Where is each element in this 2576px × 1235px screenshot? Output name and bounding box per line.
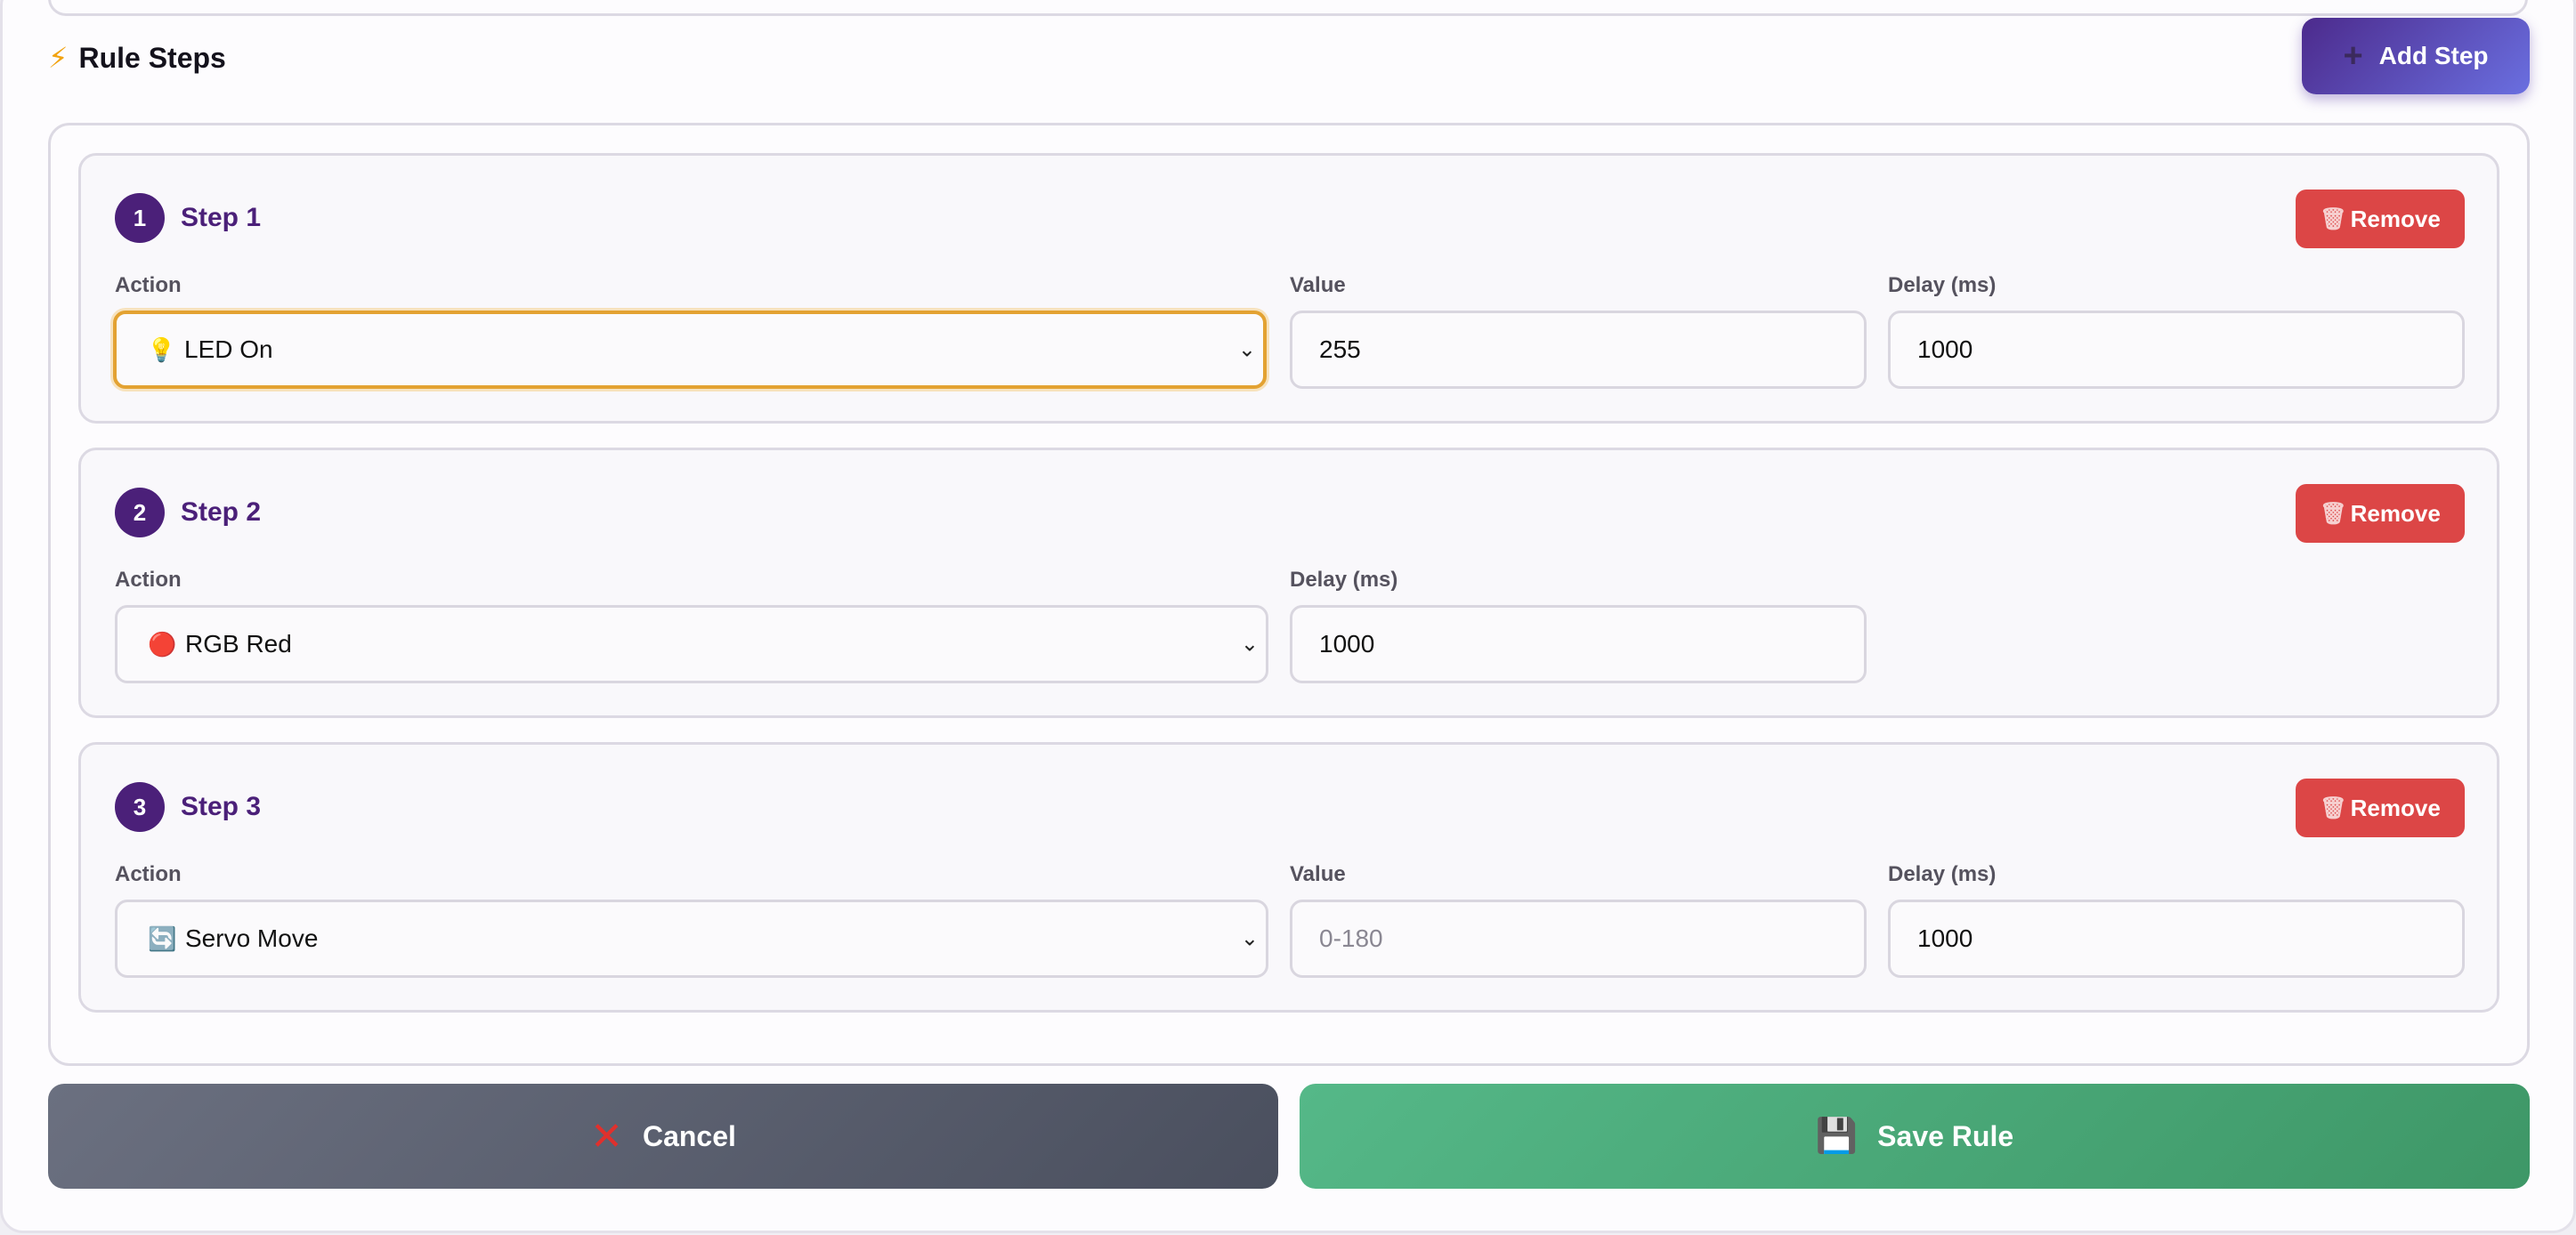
action-label: Action (115, 273, 182, 297)
value-label: Value (1290, 862, 1346, 886)
step-number-badge: 2 (115, 488, 165, 537)
value-input[interactable]: 255 (1290, 311, 1867, 389)
delay-input[interactable]: 1000 (1888, 900, 2465, 978)
step-title: Step 3 (181, 792, 262, 821)
action-selected-value: Servo Move (185, 924, 319, 952)
close-icon: ✕ (590, 1114, 623, 1158)
delay-label: Delay (ms) (1290, 568, 1398, 592)
remove-step-button[interactable]: 🗑 Remove (2296, 190, 2465, 248)
step-card-2: 2 Step 2 🗑 Remove Action 🔴 RGB Red ⌄ Del… (78, 448, 2499, 718)
value-input[interactable]: 0-180 (1290, 900, 1867, 978)
chevron-down-icon: ⌄ (1240, 632, 1259, 657)
cancel-label: Cancel (642, 1119, 736, 1152)
action-select[interactable]: 🔴 RGB Red ⌄ (115, 605, 1268, 683)
chevron-down-icon: ⌄ (1237, 337, 1256, 362)
value-input-text: 255 (1319, 335, 1361, 363)
action-label: Action (115, 862, 182, 886)
delay-input[interactable]: 1000 (1290, 605, 1867, 683)
step-title: Step 2 (181, 497, 262, 527)
save-label: Save Rule (1877, 1119, 2014, 1152)
value-input-placeholder: 0-180 (1319, 924, 1383, 952)
lightbulb-icon: 💡 (147, 335, 176, 363)
save-rule-button[interactable]: 💾 Save Rule (1300, 1084, 2530, 1189)
trash-icon: 🗑 (2320, 795, 2347, 820)
red-circle-icon: 🔴 (148, 630, 177, 658)
remove-label: Remove (2350, 205, 2441, 232)
rotate-arrows-icon: 🔄 (148, 924, 177, 952)
delay-input[interactable]: 1000 (1888, 311, 2465, 389)
action-label: Action (115, 568, 182, 592)
add-step-button[interactable]: + Add Step (2302, 18, 2530, 94)
action-select[interactable]: 🔄 Servo Move ⌄ (115, 900, 1268, 978)
delay-input-text: 1000 (1917, 335, 1973, 363)
previous-section-edge (48, 0, 2528, 16)
delay-label: Delay (ms) (1888, 862, 1997, 886)
plus-icon: + (2343, 37, 2363, 75)
remove-label: Remove (2350, 794, 2441, 821)
section-header: ⚡ Rule Steps (48, 36, 226, 80)
value-label: Value (1290, 273, 1346, 297)
floppy-disk-icon: 💾 (1815, 1118, 1859, 1155)
step-card-1: 1 Step 1 🗑 Remove Action 💡 LED On ⌄ Valu… (78, 153, 2499, 424)
remove-label: Remove (2350, 499, 2441, 527)
action-selected-value: LED On (184, 335, 273, 363)
remove-step-button[interactable]: 🗑 Remove (2296, 779, 2465, 837)
delay-input-text: 1000 (1319, 630, 1375, 658)
chevron-down-icon: ⌄ (1240, 926, 1259, 951)
step-title: Step 1 (181, 203, 262, 232)
trash-icon: 🗑 (2320, 206, 2347, 231)
add-step-label: Add Step (2378, 42, 2489, 69)
delay-input-text: 1000 (1917, 924, 1973, 952)
cancel-button[interactable]: ✕ Cancel (48, 1084, 1278, 1189)
lightning-bolt-icon: ⚡ (48, 42, 69, 74)
step-number-badge: 3 (115, 782, 165, 832)
action-select[interactable]: 💡 LED On ⌄ (113, 311, 1267, 389)
section-title: Rule Steps (78, 41, 226, 74)
delay-label: Delay (ms) (1888, 273, 1997, 297)
step-card-3: 3 Step 3 🗑 Remove Action 🔄 Servo Move ⌄ … (78, 742, 2499, 1013)
step-number-badge: 1 (115, 193, 165, 243)
remove-step-button[interactable]: 🗑 Remove (2296, 484, 2465, 543)
trash-icon: 🗑 (2320, 501, 2347, 526)
action-selected-value: RGB Red (185, 630, 292, 658)
